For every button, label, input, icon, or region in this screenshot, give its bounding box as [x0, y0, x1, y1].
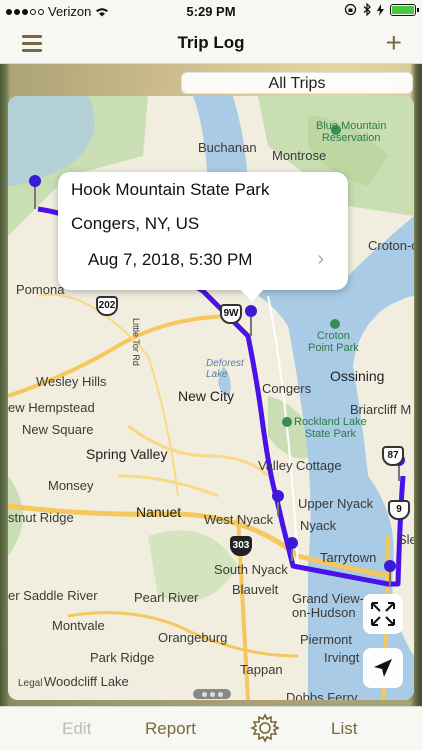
- legal-link[interactable]: Legal: [18, 678, 42, 689]
- trip-log-screen: Verizon 5:29 PM Trip Log + Blue Mountain…: [0, 0, 422, 750]
- gear-icon[interactable]: [250, 713, 280, 743]
- map-label-irvingt: Irvingt: [324, 650, 360, 665]
- map-label-briarcliff: Briarcliff M: [350, 402, 412, 417]
- map-label-piermont: Piermont: [300, 632, 353, 647]
- map-label-woodcliff-lake: Woodcliff Lake: [44, 674, 129, 689]
- chevron-right-icon[interactable]: ›: [317, 248, 324, 271]
- map-label-buchanan: Buchanan: [198, 140, 257, 155]
- all-trips-filter[interactable]: All Trips: [181, 72, 413, 94]
- map-label-montvale: Montvale: [52, 618, 105, 633]
- drag-handle[interactable]: [193, 689, 231, 699]
- map-label-congers: Congers: [262, 381, 312, 396]
- status-right: [344, 3, 419, 16]
- map-label-nanuet: Nanuet: [136, 504, 182, 520]
- navigation-bar: Trip Log +: [0, 22, 422, 64]
- map-label-blue-mountain: Blue Mountain Reservation: [316, 120, 387, 144]
- map-label-park-ridge: Park Ridge: [90, 650, 155, 665]
- battery-icon: [390, 3, 419, 16]
- route-shield-202: 202: [96, 296, 118, 316]
- map-label-croton-point: Croton Point Park: [308, 330, 359, 354]
- map-label-west-nyack: West Nyack: [204, 512, 274, 527]
- callout-locality: Congers, NY, US: [71, 214, 200, 233]
- plus-icon[interactable]: +: [386, 29, 402, 57]
- rotation-lock-icon: [344, 3, 357, 16]
- map-label-new-square: New Square: [22, 422, 94, 437]
- map-label-grand-view: Grand View- on-Hudson: [292, 591, 365, 620]
- route-shield-87: 87: [382, 446, 404, 466]
- bluetooth-icon: [363, 3, 371, 16]
- map-label-pomona: Pomona: [16, 282, 65, 297]
- map-label-orangeburg: Orangeburg: [158, 630, 228, 645]
- map-label-tappan: Tappan: [240, 662, 283, 677]
- map-label-sle: Sle: [398, 532, 414, 547]
- map-label-tarrytown: Tarrytown: [320, 550, 377, 565]
- page-title: Trip Log: [177, 33, 245, 52]
- map-label-ossining: Ossining: [330, 368, 385, 384]
- expand-map-button[interactable]: [363, 594, 403, 634]
- map-label-rockland-lake: Rockland Lake State Park: [294, 416, 367, 440]
- map-label-dobbs-ferry: Dobbs Ferry: [286, 690, 358, 700]
- map-label-monsey: Monsey: [48, 478, 94, 493]
- map-label-little-tor: Little Tor Rd: [131, 318, 141, 366]
- edit-button[interactable]: Edit: [62, 719, 91, 739]
- report-button[interactable]: Report: [145, 719, 196, 739]
- locate-me-button[interactable]: [363, 648, 403, 688]
- map-label-deforest: Deforest Lake: [206, 358, 244, 380]
- map-label-new-city: New City: [178, 388, 235, 404]
- bottom-toolbar: Edit Report List: [0, 706, 422, 750]
- route-shield-9w: 9W: [220, 304, 242, 324]
- map-label-montrose: Montrose: [272, 148, 327, 163]
- map-label-south-nyack: South Nyack: [214, 562, 288, 577]
- map-label-chestnut-ridge: stnut Ridge: [8, 510, 74, 525]
- map-label-croton-on: Croton-on-: [368, 238, 414, 253]
- route-shield-303: 303: [230, 536, 252, 556]
- route-shield-9: 9: [388, 500, 410, 520]
- map-label-saddle-river: er Saddle River: [8, 588, 98, 603]
- map-label-valley-cottage: Valley Cottage: [258, 458, 342, 473]
- callout-datetime: Aug 7, 2018, 5:30 PM: [88, 250, 253, 269]
- map-label-blauvelt: Blauvelt: [232, 582, 279, 597]
- callout-place: Hook Mountain State Park: [71, 180, 270, 199]
- location-callout[interactable]: Hook Mountain State Park Congers, NY, US…: [58, 172, 348, 290]
- status-bar: Verizon 5:29 PM: [0, 0, 422, 22]
- map-label-pearl-river: Pearl River: [134, 590, 199, 605]
- map-label-wesley-hills: Wesley Hills: [36, 374, 107, 389]
- expand-arrows-icon: [371, 602, 395, 626]
- charging-icon: [377, 3, 384, 16]
- list-button[interactable]: List: [331, 719, 357, 739]
- map-label-upper-nyack: Upper Nyack: [298, 496, 374, 511]
- map-label-spring-valley: Spring Valley: [86, 446, 168, 462]
- map-label-new-hempstead: ew Hempstead: [8, 400, 95, 415]
- location-arrow-icon: [374, 659, 392, 677]
- map-label-nyack: Nyack: [300, 518, 337, 533]
